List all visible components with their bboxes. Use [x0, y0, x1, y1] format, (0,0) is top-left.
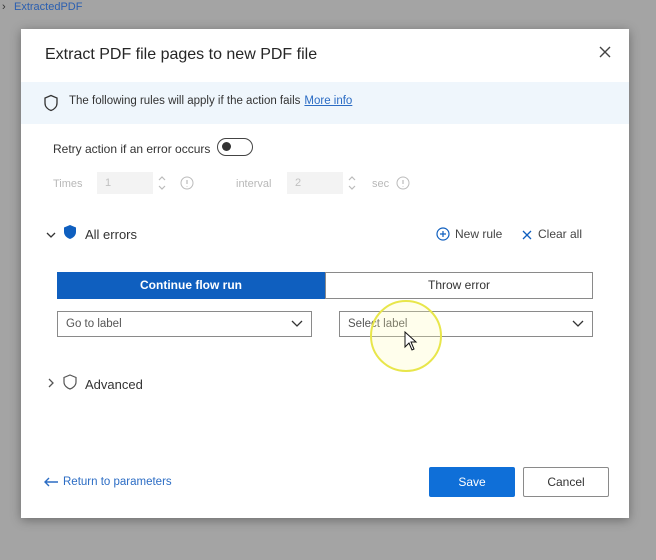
more-info-link[interactable]: More info [304, 95, 352, 107]
retry-toggle[interactable] [217, 138, 253, 156]
toggle-knob [222, 142, 231, 151]
chevron-down-icon [291, 320, 303, 327]
times-spinner-icon[interactable] [157, 173, 167, 193]
new-rule-button[interactable]: New rule [436, 227, 502, 241]
chevron-down-icon[interactable] [45, 229, 57, 241]
all-errors-label[interactable]: All errors [85, 227, 137, 242]
clear-all-button[interactable]: Clear all [521, 227, 582, 241]
times-info-icon[interactable] [180, 176, 194, 190]
error-handling-dialog: Extract PDF file pages to new PDF file T… [21, 29, 629, 518]
chevron-right-icon[interactable] [45, 377, 57, 389]
interval-info-icon[interactable] [396, 176, 410, 190]
save-button[interactable]: Save [429, 467, 515, 497]
interval-label: interval [236, 178, 272, 190]
interval-spinner-icon[interactable] [347, 173, 357, 193]
new-rule-label: New rule [455, 227, 503, 241]
info-bar: The following rules will apply if the ac… [21, 82, 629, 124]
times-input[interactable]: 1 [97, 172, 153, 194]
shield-filled-icon [64, 225, 76, 239]
info-text: The following rules will apply if the ac… [69, 95, 352, 107]
interval-input[interactable]: 2 [287, 172, 343, 194]
clear-icon [522, 230, 532, 240]
clear-all-label: Clear all [538, 227, 583, 241]
arrow-left-icon [44, 477, 58, 487]
add-circle-icon [436, 227, 450, 241]
continue-flow-run-tab[interactable]: Continue flow run [57, 272, 325, 299]
chevron-down-icon [572, 320, 584, 327]
breadcrumb-arrow: › [2, 1, 6, 13]
close-icon[interactable] [596, 43, 614, 61]
breadcrumb-item[interactable]: ExtractedPDF [14, 1, 82, 13]
sec-label: sec [372, 178, 390, 190]
cancel-button[interactable]: Cancel [523, 467, 609, 497]
dialog-title: Extract PDF file pages to new PDF file [45, 46, 318, 63]
info-message: The following rules will apply if the ac… [69, 95, 301, 107]
goto-label-dropdown[interactable]: Go to label [57, 311, 312, 337]
advanced-label[interactable]: Advanced [85, 377, 143, 392]
goto-label-value: Go to label [66, 318, 122, 330]
return-to-parameters-link[interactable]: Return to parameters [43, 476, 172, 488]
mouse-pointer-icon [404, 331, 418, 351]
shield-outline-icon [63, 374, 77, 390]
retry-label: Retry action if an error occurs [53, 142, 211, 156]
return-label: Return to parameters [63, 476, 172, 488]
shield-icon [43, 94, 59, 117]
times-label: Times [53, 178, 83, 190]
throw-error-tab[interactable]: Throw error [325, 272, 593, 299]
